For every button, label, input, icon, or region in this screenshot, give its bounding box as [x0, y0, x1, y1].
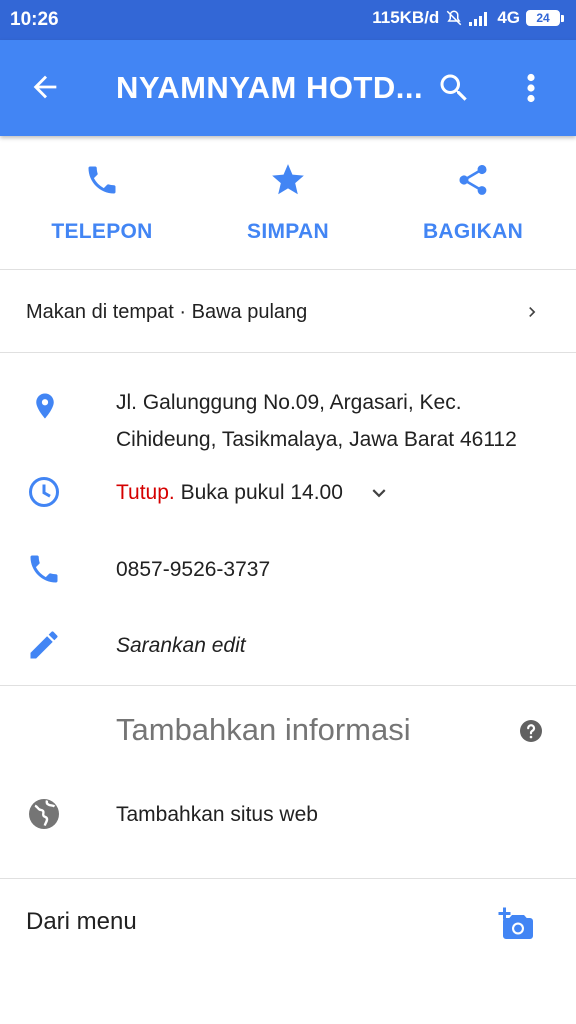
suggest-edit-row[interactable]: Sarankan edit	[0, 627, 576, 667]
address-line-1: Jl. Galunggung No.09, Argasari, Kec.	[116, 391, 462, 414]
status-time: 10:26	[10, 9, 59, 30]
phone-row[interactable]: 0857-9526-3737	[0, 551, 576, 591]
suggest-edit-text: Sarankan edit	[116, 634, 246, 657]
action-bar: TELEPON SIMPAN BAGIKAN	[0, 136, 576, 270]
globe-icon	[26, 796, 62, 837]
expand-more-icon[interactable]	[366, 480, 392, 511]
call-button[interactable]: TELEPON	[17, 160, 187, 244]
status-indicators: 115KB/d 4G 24	[372, 8, 564, 28]
mute-icon	[445, 8, 463, 28]
share-button[interactable]: BAGIKAN	[388, 160, 558, 244]
hours-text: Tutup. Buka pukul 14.00	[116, 474, 343, 511]
signal-icon	[469, 10, 491, 26]
address-text: Jl. Galunggung No.09, Argasari, Kec. Cih…	[116, 384, 517, 458]
add-website-text: Tambahkan situs web	[116, 803, 318, 826]
chevron-right-icon	[522, 301, 542, 328]
battery-level: 24	[526, 10, 560, 26]
from-menu-title: Dari menu	[26, 908, 137, 935]
hours-status: Tutup.	[116, 481, 175, 504]
save-button[interactable]: SIMPAN	[203, 160, 373, 244]
hours-row[interactable]: Tutup. Buka pukul 14.00	[0, 474, 576, 514]
service-options-row[interactable]: Makan di tempat · Bawa pulang	[0, 271, 576, 353]
star-icon	[203, 160, 373, 200]
page-title: NYAMNYAM HOTD...	[116, 70, 424, 105]
hours-open-time: Buka pukul 14.00	[174, 481, 343, 504]
arrow-back-icon[interactable]	[28, 70, 62, 109]
address-row[interactable]: Jl. Galunggung No.09, Argasari, Kec. Cih…	[0, 384, 576, 464]
add-photo-icon[interactable]	[498, 906, 538, 947]
battery-icon: 24	[526, 10, 564, 26]
divider	[0, 685, 576, 686]
save-label: SIMPAN	[247, 220, 329, 243]
call-label: TELEPON	[51, 220, 153, 243]
net-speed: 115KB/d	[372, 8, 440, 27]
phone-icon	[17, 160, 187, 200]
more-vert-icon[interactable]	[516, 70, 546, 111]
phone-number: 0857-9526-3737	[116, 558, 271, 581]
address-line-2: Cihideung, Tasikmalaya, Jawa Barat 46112	[116, 428, 517, 451]
app-bar: NYAMNYAM HOTD...	[0, 40, 576, 136]
service-options-text: Makan di tempat · Bawa pulang	[26, 301, 308, 323]
status-bar: 10:26 115KB/d 4G 24	[0, 0, 576, 40]
add-website-row[interactable]: Tambahkan situs web	[0, 796, 576, 836]
pencil-icon	[26, 627, 62, 668]
add-info-heading: Tambahkan informasi	[116, 712, 411, 747]
clock-icon	[26, 474, 62, 515]
share-label: BAGIKAN	[422, 220, 524, 243]
divider	[0, 878, 576, 879]
help-icon[interactable]	[519, 719, 543, 748]
share-icon	[388, 160, 558, 200]
network-type: 4G	[497, 8, 520, 27]
phone-icon	[26, 551, 62, 592]
location-pin-icon	[30, 388, 60, 429]
search-icon[interactable]	[436, 70, 472, 111]
